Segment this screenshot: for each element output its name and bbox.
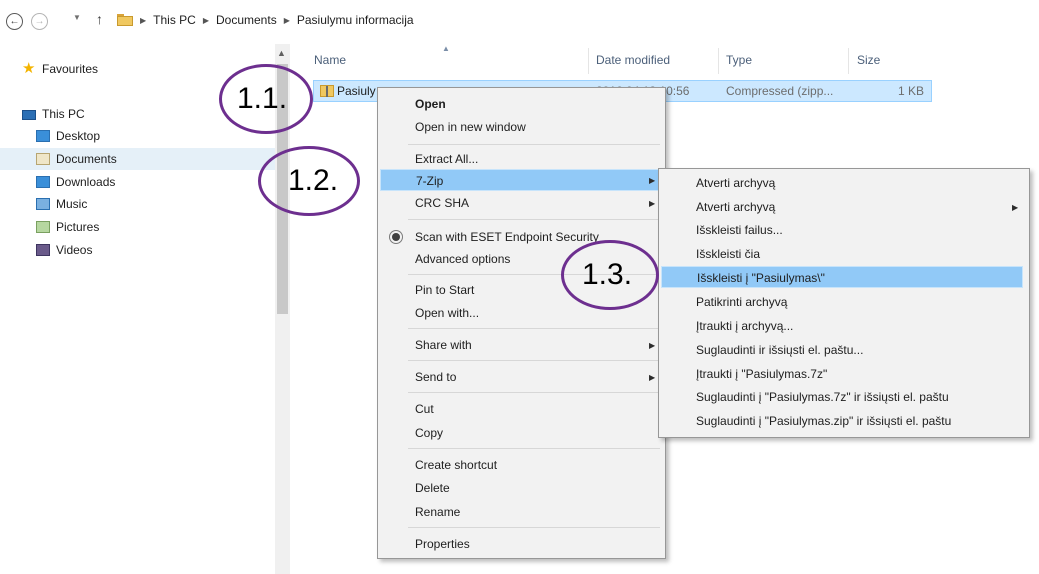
nav-item-label: Videos (56, 243, 93, 257)
nav-item-label: Music (56, 197, 88, 211)
menu-item-7zip[interactable]: 7-Zip (380, 169, 661, 191)
nav-item-videos[interactable]: Videos (36, 239, 92, 261)
menu-item-extract-all[interactable]: Extract All... (415, 148, 478, 170)
menu-item-open-new-window[interactable]: Open in new window (415, 116, 526, 138)
folder-icon (117, 14, 133, 26)
menu-separator (408, 448, 660, 449)
submenu-item-add-to-7z[interactable]: Įtraukti į "Pasiulymas.7z" (696, 363, 827, 385)
menu-item-cut[interactable]: Cut (415, 398, 434, 420)
nav-item-downloads[interactable]: Downloads (36, 171, 115, 193)
breadcrumb: ▶ This PC ▶ Documents ▶ Pasiulymu inform… (117, 13, 414, 27)
back-button[interactable]: ← (6, 13, 23, 30)
breadcrumb-this-pc[interactable]: This PC (153, 13, 196, 27)
submenu-item-add-to-archive[interactable]: Įtraukti į archyvą... (696, 315, 793, 337)
nav-this-pc[interactable]: This PC (22, 103, 85, 125)
nav-item-label: Desktop (56, 129, 101, 143)
column-divider[interactable] (718, 48, 719, 74)
nav-item-desktop[interactable]: Desktop (36, 125, 100, 147)
submenu-item-open-archive[interactable]: Atverti archyvą (696, 172, 775, 194)
sort-ascending-icon: ▲ (442, 44, 450, 53)
nav-item-documents[interactable]: Documents (0, 148, 275, 170)
menu-separator (408, 328, 660, 329)
menu-item-pin-to-start[interactable]: Pin to Start (415, 279, 474, 301)
menu-item-properties[interactable]: Properties (415, 533, 470, 555)
menu-item-send-to[interactable]: Send to (415, 366, 456, 388)
nav-item-pictures[interactable]: Pictures (36, 216, 99, 238)
submenu-arrow-icon: ▶ (1012, 203, 1019, 212)
menu-item-delete[interactable]: Delete (415, 477, 450, 499)
annotation-label-step-1: 1.1. (237, 82, 288, 115)
column-header-size[interactable]: Size (857, 53, 880, 67)
column-divider[interactable] (848, 48, 849, 74)
menu-item-copy[interactable]: Copy (415, 422, 443, 444)
column-header-date-modified[interactable]: Date modified (596, 53, 670, 67)
documents-folder-icon (36, 153, 50, 165)
file-name[interactable]: Pasiuly (337, 84, 376, 98)
nav-favourites[interactable]: Favourites (22, 58, 98, 80)
file-size: 1 KB (898, 84, 925, 98)
address-bar: ← → ▼ ↑ ▶ This PC ▶ Documents ▶ Pasiulym… (0, 0, 1039, 44)
context-menu: Open Open in new window Extract All... 7… (377, 87, 666, 559)
annotation-label-step-2: 1.2. (288, 164, 339, 197)
file-type: Compressed (zipp... (726, 84, 834, 98)
menu-item-share-with[interactable]: Share with (415, 334, 472, 356)
nav-favourites-label: Favourites (42, 62, 99, 76)
annotation-label-step-3: 1.3. (582, 258, 633, 291)
column-divider[interactable] (588, 48, 589, 74)
menu-item-open-with[interactable]: Open with... (415, 302, 479, 324)
menu-item-open[interactable]: Open (415, 93, 446, 115)
nav-item-label: Pictures (56, 220, 100, 234)
menu-item-create-shortcut[interactable]: Create shortcut (415, 454, 497, 476)
submenu-item-compress-7z-email[interactable]: Suglaudinti į "Pasiulymas.7z" ir išsiųst… (696, 386, 949, 408)
submenu-item-compress-and-email[interactable]: Suglaudinti ir išsiųsti el. paštu... (696, 339, 863, 361)
nav-item-label: Downloads (56, 175, 116, 189)
submenu-arrow-icon: ▶ (649, 176, 656, 185)
submenu-arrow-icon: ▶ (649, 341, 656, 350)
submenu-item-extract-to-folder[interactable]: Išskleisti į "Pasiulymas\" (661, 266, 1023, 288)
menu-separator (408, 527, 660, 528)
submenu-item-compress-zip-email[interactable]: Suglaudinti į "Pasiulymas.zip" ir išsiųs… (696, 410, 951, 432)
menu-separator (408, 219, 660, 220)
submenu-item-extract-here[interactable]: Išskleisti čia (696, 243, 760, 265)
computer-icon (22, 109, 36, 120)
pictures-folder-icon (36, 221, 50, 233)
scroll-up-icon[interactable]: ▲ (277, 48, 286, 58)
chevron-right-icon[interactable]: ▶ (203, 16, 209, 25)
7zip-submenu: Atverti archyvą Atverti archyvą ▶ Išskle… (658, 168, 1030, 438)
up-button[interactable]: ↑ (96, 11, 103, 27)
submenu-item-open-archive-2[interactable]: Atverti archyvą (696, 196, 775, 218)
menu-separator (408, 392, 660, 393)
menu-item-crc-sha[interactable]: CRC SHA (415, 192, 469, 214)
star-icon (22, 59, 36, 77)
submenu-item-extract-files[interactable]: Išskleisti failus... (696, 219, 783, 241)
menu-item-rename[interactable]: Rename (415, 501, 460, 523)
column-header-name[interactable]: Name (314, 53, 346, 67)
recent-locations-dropdown-icon[interactable]: ▼ (73, 13, 81, 22)
submenu-arrow-icon: ▶ (649, 199, 656, 208)
zip-folder-icon (320, 85, 334, 97)
nav-item-label: Documents (56, 152, 117, 166)
desktop-folder-icon (36, 130, 50, 142)
breadcrumb-current-folder[interactable]: Pasiulymu informacija (297, 13, 414, 27)
menu-item-scan-eset[interactable]: Scan with ESET Endpoint Security (415, 226, 599, 248)
music-folder-icon (36, 198, 50, 210)
menu-separator (408, 360, 660, 361)
videos-folder-icon (36, 244, 50, 256)
submenu-arrow-icon: ▶ (649, 373, 656, 382)
eset-shield-icon (392, 233, 400, 241)
breadcrumb-documents[interactable]: Documents (216, 13, 277, 27)
column-header-type[interactable]: Type (726, 53, 752, 67)
nav-item-music[interactable]: Music (36, 193, 87, 215)
submenu-item-test-archive[interactable]: Patikrinti archyvą (696, 291, 787, 313)
downloads-folder-icon (36, 176, 50, 188)
menu-separator (408, 144, 660, 145)
nav-this-pc-label: This PC (42, 107, 85, 121)
forward-button[interactable]: → (31, 13, 48, 30)
chevron-right-icon[interactable]: ▶ (284, 16, 290, 25)
chevron-right-icon[interactable]: ▶ (140, 16, 146, 25)
menu-item-advanced-options[interactable]: Advanced options (415, 248, 510, 270)
